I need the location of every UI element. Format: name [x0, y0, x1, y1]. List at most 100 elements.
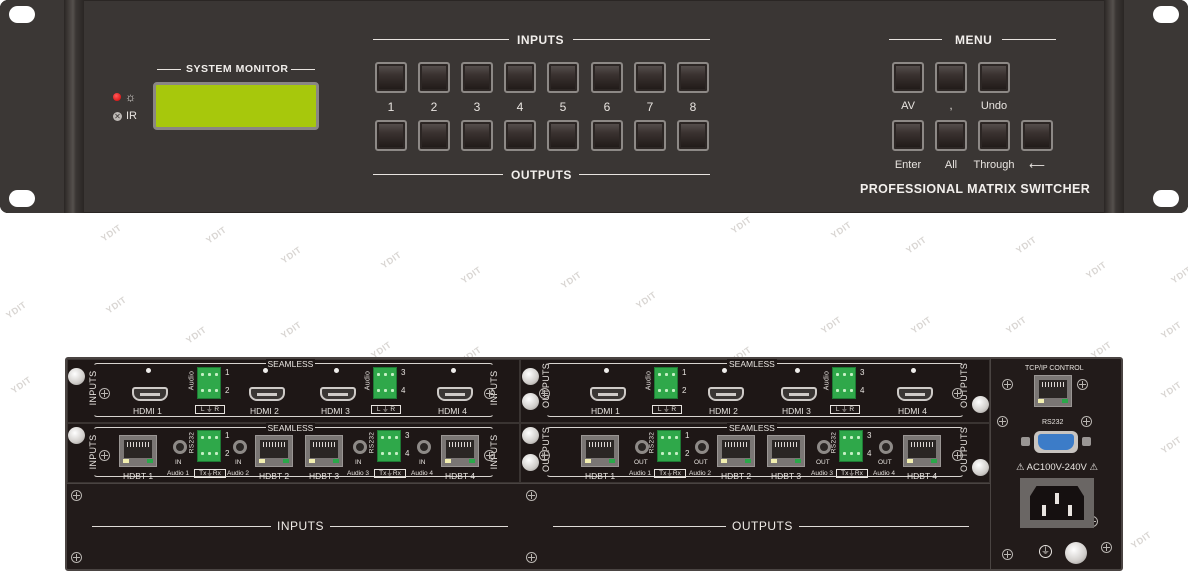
ground-icon: ⏚	[1039, 545, 1052, 558]
thumb-screw[interactable]	[522, 427, 539, 444]
hdmi-port-label: HDMI 1	[133, 406, 162, 416]
output-button-8[interactable]	[677, 120, 709, 151]
menu-button-backspace[interactable]	[1021, 120, 1053, 151]
hdbt-port-label: HDBT 2	[721, 471, 752, 481]
thumb-screw[interactable]	[972, 396, 989, 413]
terminal-block[interactable]	[197, 430, 221, 462]
terminal-pin	[665, 373, 668, 376]
audio-jack[interactable]	[173, 440, 187, 454]
audio-port-label: Audio 2	[689, 470, 712, 477]
hdmi-port[interactable]	[897, 387, 933, 401]
hdmi-port[interactable]	[437, 387, 473, 401]
watermark-text: YDIT	[729, 214, 754, 236]
tcpip-label: TCP/IP CONTROL	[1025, 365, 1084, 372]
terminal-pin	[215, 373, 218, 376]
audio-jack[interactable]	[417, 440, 431, 454]
menu-button-comma[interactable]	[935, 62, 967, 93]
audio-jack[interactable]	[635, 440, 649, 454]
ground-screw[interactable]	[1065, 542, 1087, 564]
hdbt-port[interactable]	[581, 435, 619, 467]
terminal-pin	[857, 436, 860, 439]
output-button-2[interactable]	[418, 120, 450, 151]
terminal-block[interactable]	[839, 430, 863, 462]
menu-button-through[interactable]	[978, 120, 1010, 151]
watermark-text: YDIT	[904, 234, 929, 256]
audio-jack[interactable]	[817, 440, 831, 454]
terminal-pin	[675, 452, 678, 455]
input-button-2[interactable]	[418, 62, 450, 93]
menu-button-av[interactable]	[892, 62, 924, 93]
status-led	[604, 368, 609, 373]
screw-icon	[1002, 549, 1013, 560]
hdbt-port[interactable]	[441, 435, 479, 467]
output-button-6[interactable]	[591, 120, 623, 151]
hdbt-port[interactable]	[255, 435, 293, 467]
audio-port-label: Audio 2	[227, 470, 250, 477]
audio-jack[interactable]	[879, 440, 893, 454]
input-button-6[interactable]	[591, 62, 623, 93]
hdmi-port[interactable]	[590, 387, 626, 401]
thumb-screw[interactable]	[68, 368, 85, 385]
output-button-4[interactable]	[504, 120, 536, 151]
hex-nut	[1082, 437, 1091, 446]
hdmi-port[interactable]	[708, 387, 744, 401]
terminal-pin	[672, 373, 675, 376]
hdbt-port[interactable]	[717, 435, 755, 467]
input-button-4[interactable]	[504, 62, 536, 93]
thumb-screw[interactable]	[68, 427, 85, 444]
status-led	[795, 368, 800, 373]
hdmi-port[interactable]	[320, 387, 356, 401]
output-button-3[interactable]	[461, 120, 493, 151]
terminal-pin	[661, 436, 664, 439]
menu-button-undo[interactable]	[978, 62, 1010, 93]
output-button-7[interactable]	[634, 120, 666, 151]
hdmi-port[interactable]	[249, 387, 285, 401]
watermark-text: YDIT	[184, 324, 209, 346]
input-button-7[interactable]	[634, 62, 666, 93]
rs232-port[interactable]	[1034, 431, 1078, 453]
terminal-block[interactable]	[654, 367, 678, 399]
terminal-block[interactable]	[377, 430, 401, 462]
menu-button-enter[interactable]	[892, 120, 924, 151]
terminal-pin	[658, 373, 661, 376]
input-button-1[interactable]	[375, 62, 407, 93]
inputs-label: INPUTS	[517, 33, 565, 47]
input-number-label: 1	[387, 100, 395, 114]
tcpip-port[interactable]	[1034, 375, 1072, 407]
thumb-screw[interactable]	[522, 368, 539, 385]
output-button-5[interactable]	[547, 120, 579, 151]
input-button-3[interactable]	[461, 62, 493, 93]
output-button-1[interactable]	[375, 120, 407, 151]
terminal-number: 4	[860, 386, 865, 395]
terminal-number: 4	[405, 449, 410, 458]
terminal-block[interactable]	[657, 430, 681, 462]
watermark-text: YDIT	[99, 222, 124, 244]
audio-direction-label: IN	[235, 459, 242, 466]
terminal-pin	[843, 373, 846, 376]
thumb-screw[interactable]	[522, 454, 539, 471]
hdmi-port[interactable]	[132, 387, 168, 401]
audio-direction-label: IN	[419, 459, 426, 466]
hdbt-port[interactable]	[903, 435, 941, 467]
thumb-screw[interactable]	[972, 459, 989, 476]
audio-label: Audio	[364, 370, 372, 391]
menu-button-all[interactable]	[935, 120, 967, 151]
screw-icon	[484, 450, 495, 461]
thumb-screw[interactable]	[522, 393, 539, 410]
audio-jack[interactable]	[695, 440, 709, 454]
terminal-number: 3	[405, 431, 410, 440]
input-button-8[interactable]	[677, 62, 709, 93]
hdbt-port[interactable]	[767, 435, 805, 467]
terminal-block[interactable]	[197, 367, 221, 399]
audio-jack[interactable]	[353, 440, 367, 454]
input-number-label: 7	[646, 100, 654, 114]
power-inlet[interactable]	[1020, 478, 1094, 528]
terminal-block[interactable]	[832, 367, 856, 399]
input-button-5[interactable]	[547, 62, 579, 93]
hdmi-port[interactable]	[781, 387, 817, 401]
hdbt-port[interactable]	[119, 435, 157, 467]
terminal-block[interactable]	[373, 367, 397, 399]
terminal-number: 3	[860, 368, 865, 377]
hdbt-port[interactable]	[305, 435, 343, 467]
audio-jack[interactable]	[233, 440, 247, 454]
